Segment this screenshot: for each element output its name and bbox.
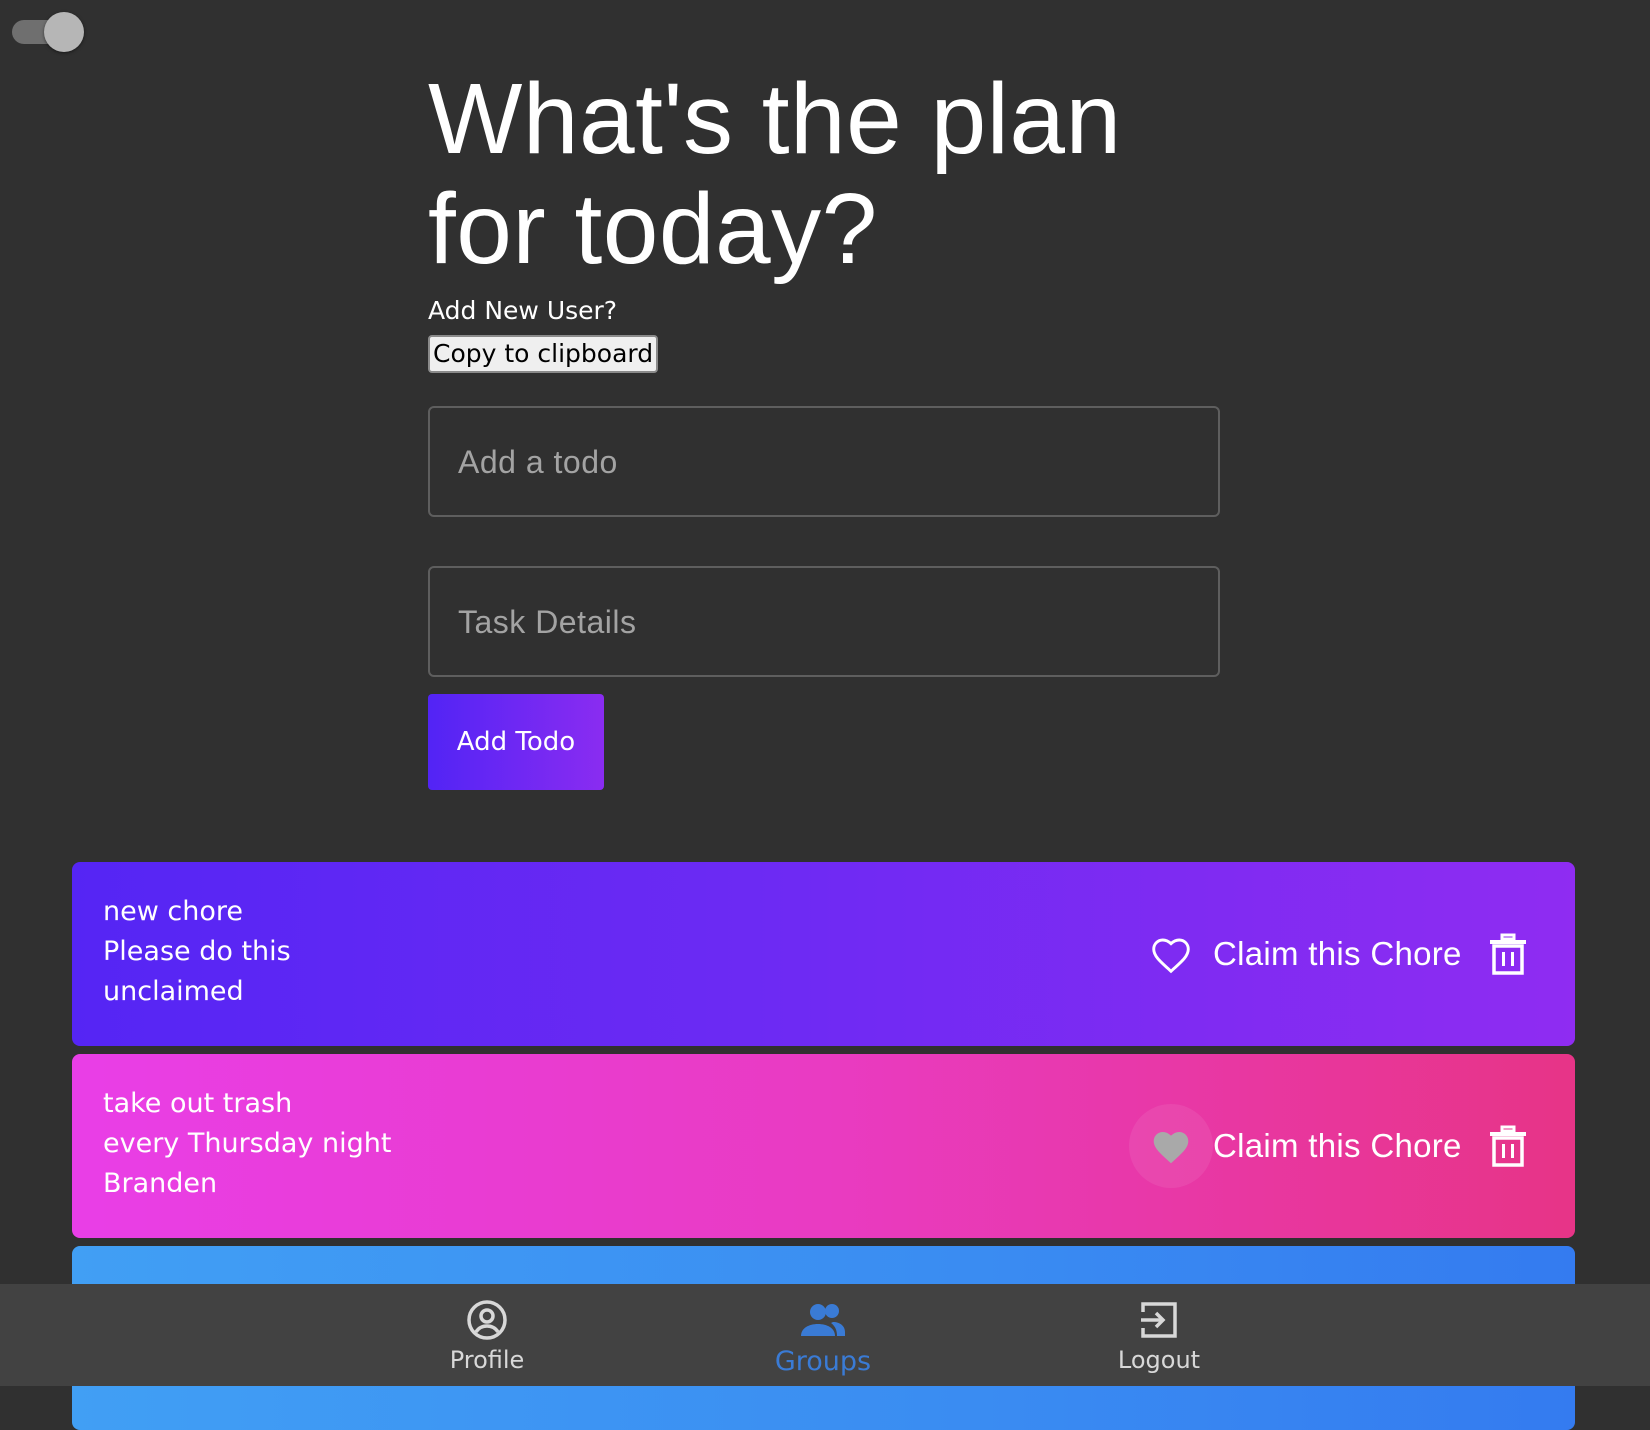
claim-chore-button[interactable]: Claim this Chore [1213, 932, 1462, 976]
nav-item-logout[interactable]: Logout [1059, 1284, 1259, 1386]
page-title: What's the plan for today? [428, 64, 1122, 284]
toggle-thumb[interactable] [44, 12, 84, 52]
group-icon [799, 1298, 847, 1342]
account-circle-icon [466, 1298, 508, 1342]
chore-text: new chore Please do this unclaimed [103, 892, 291, 1012]
nav-item-profile[interactable]: Profile [387, 1284, 587, 1386]
nav-label-logout: Logout [1117, 1346, 1201, 1374]
chore-assignee: Branden [103, 1168, 218, 1199]
chore-title: take out trash [103, 1088, 293, 1119]
title-line-1: What's the plan [428, 63, 1122, 175]
chore-title: new chore [103, 896, 243, 927]
theme-toggle[interactable] [12, 12, 84, 52]
todo-input[interactable] [456, 408, 1200, 517]
title-line-2: for today? [428, 173, 878, 285]
task-details-field [428, 566, 1220, 677]
heart-outline-icon[interactable] [1129, 912, 1213, 996]
chore-card: take out trash every Thursday night Bran… [72, 1054, 1575, 1238]
trash-icon[interactable] [1482, 1120, 1534, 1172]
todo-field [428, 406, 1220, 517]
add-todo-button[interactable]: Add Todo [428, 694, 604, 790]
nav-label-profile: Profile [449, 1346, 525, 1374]
chore-text: take out trash every Thursday night Bran… [103, 1084, 391, 1204]
claim-chore-button[interactable]: Claim this Chore [1213, 1124, 1462, 1168]
nav-label-groups: Groups [774, 1346, 872, 1377]
chore-assignee: unclaimed [103, 976, 244, 1007]
trash-icon[interactable] [1482, 928, 1534, 980]
heart-filled-icon[interactable] [1129, 1104, 1213, 1188]
logout-icon [1139, 1298, 1179, 1342]
nav-item-groups[interactable]: Groups [723, 1284, 923, 1386]
bottom-navigation: Profile Groups Logout [0, 1284, 1650, 1386]
chore-details: Please do this [103, 936, 291, 967]
task-details-input[interactable] [456, 568, 1200, 677]
add-user-label: Add New User? [428, 296, 618, 325]
chore-details: every Thursday night [103, 1128, 392, 1159]
chore-card: new chore Please do this unclaimed Claim… [72, 862, 1575, 1046]
copy-to-clipboard-button[interactable]: Copy to clipboard [428, 335, 659, 373]
